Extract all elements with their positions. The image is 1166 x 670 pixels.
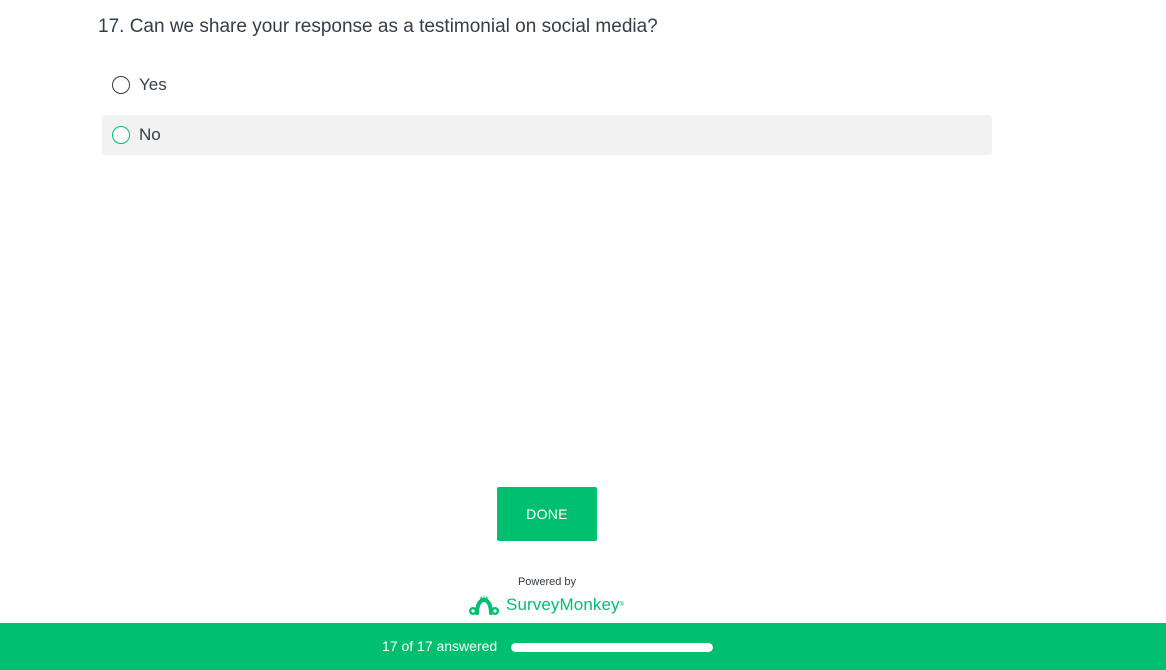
- choice-no[interactable]: No: [102, 115, 992, 155]
- question-title: 17. Can we share your response as a test…: [98, 16, 658, 37]
- brand-name: SurveyMonkey: [506, 595, 620, 614]
- radio-button-no[interactable]: [112, 126, 130, 144]
- powered-by-text: Powered by: [517, 576, 577, 588]
- progress-text: 17 of 17 answered: [382, 638, 498, 654]
- done-button[interactable]: DONE: [497, 487, 597, 541]
- choice-yes[interactable]: Yes: [102, 65, 992, 105]
- brand-trademark: ®: [619, 602, 625, 608]
- survey-page: 17. Can we share your response as a test…: [0, 0, 1166, 670]
- progress-bar-fill: [511, 643, 713, 652]
- progress-bar: [511, 643, 713, 652]
- radio-button-yes[interactable]: [112, 76, 130, 94]
- surveymonkey-brand-link[interactable]: SurveyMonkey ®: [468, 592, 624, 618]
- progress-footer: 17 of 17 answered: [0, 623, 1166, 670]
- choice-label-no: No: [139, 125, 161, 144]
- surveymonkey-logo-icon: [469, 595, 499, 615]
- choice-label-yes: Yes: [139, 75, 167, 94]
